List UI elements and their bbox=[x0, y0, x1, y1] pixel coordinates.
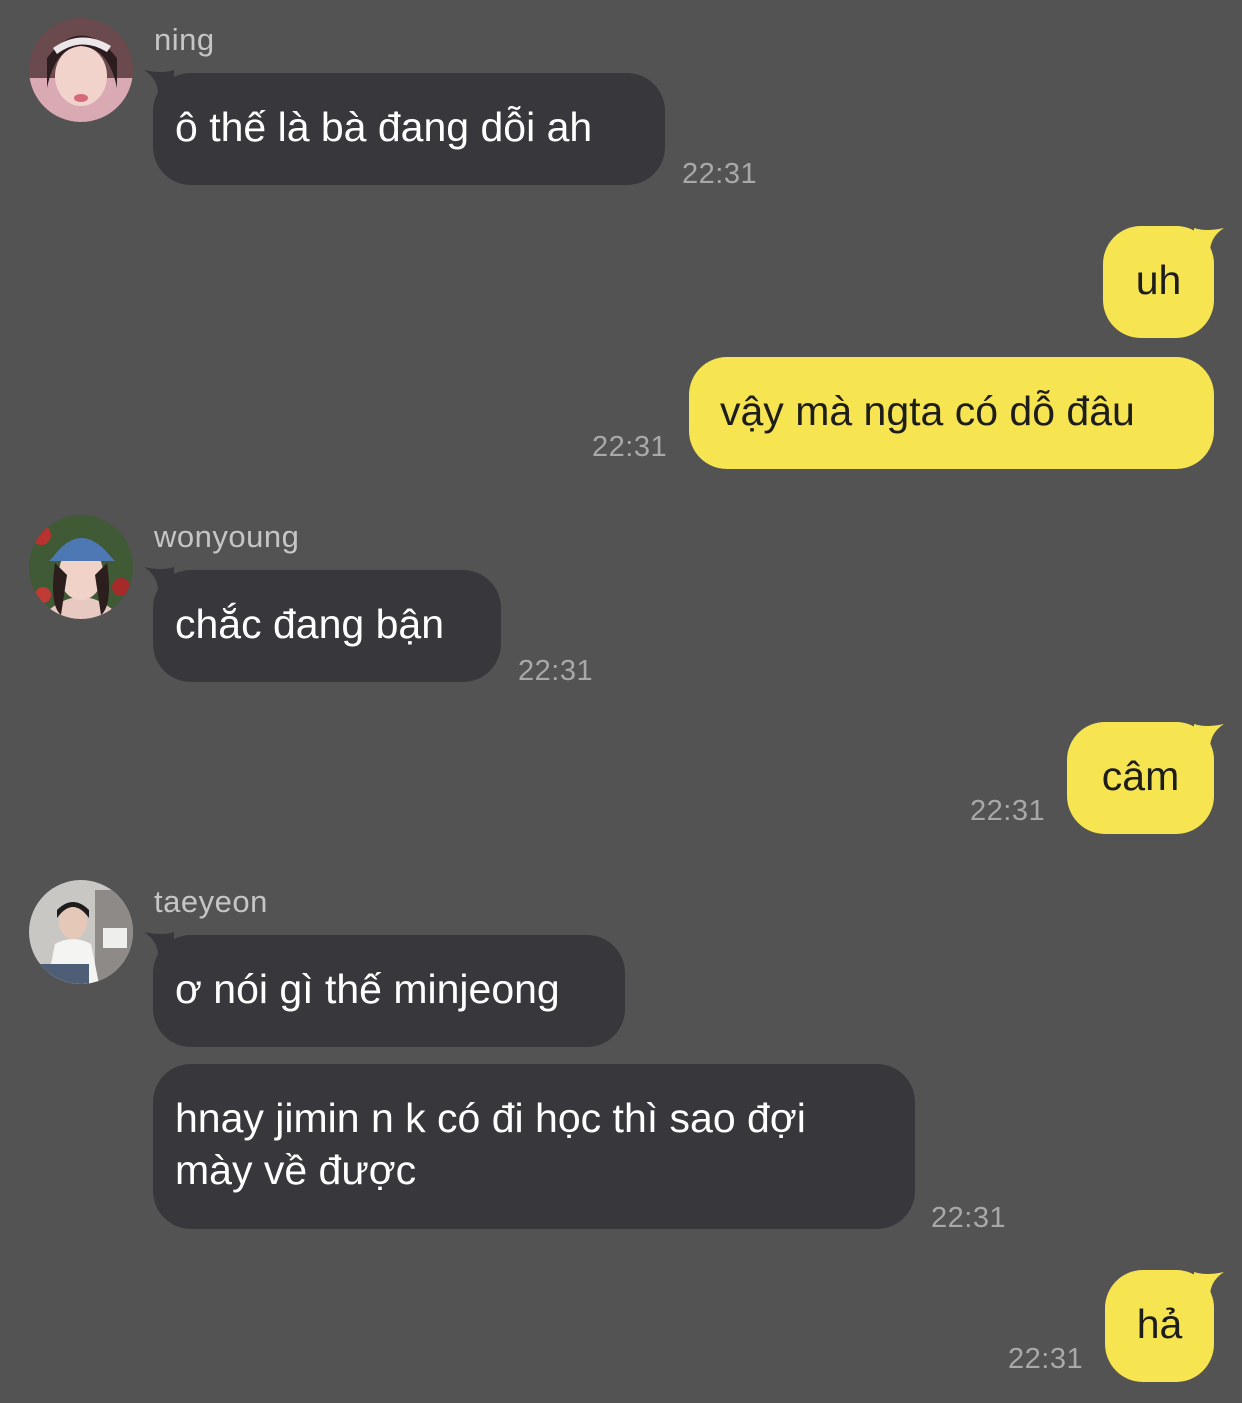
sender-name: taeyeon bbox=[154, 884, 268, 919]
message-text: chắc đang bận bbox=[175, 601, 445, 647]
message-timestamp: 22:31 bbox=[592, 431, 668, 463]
message-text: ô thế là bà đang dỗi ah bbox=[175, 104, 593, 150]
message-bubble[interactable]: chắc đang bận bbox=[153, 570, 501, 682]
message-bubble[interactable]: ô thế là bà đang dỗi ah bbox=[153, 73, 665, 185]
message-text: câm bbox=[1101, 753, 1180, 799]
message-text: hnay jimin n k có đi học thì sao đợi mày… bbox=[175, 1095, 806, 1193]
message-timestamp: 22:31 bbox=[682, 158, 758, 190]
message-bubble[interactable]: uh bbox=[1103, 226, 1214, 338]
message-text: ơ nói gì thế minjeong bbox=[175, 966, 560, 1012]
sender-name: ning bbox=[154, 22, 215, 57]
message-text: vậy mà ngta có dỗ đâu bbox=[720, 388, 1135, 434]
message-bubble[interactable]: câm bbox=[1067, 722, 1214, 834]
message-bubble[interactable]: hả bbox=[1105, 1270, 1214, 1382]
avatar-wonyoung[interactable] bbox=[29, 515, 133, 619]
avatar-ning[interactable] bbox=[29, 18, 133, 122]
message-timestamp: 22:31 bbox=[1008, 1343, 1084, 1375]
sender-name: wonyoung bbox=[154, 519, 300, 554]
message-bubble[interactable]: ơ nói gì thế minjeong bbox=[153, 935, 625, 1047]
message-bubble[interactable]: hnay jimin n k có đi học thì sao đợi mày… bbox=[153, 1064, 915, 1229]
message-bubble[interactable]: vậy mà ngta có dỗ đâu bbox=[689, 357, 1214, 469]
message-text: uh bbox=[1135, 257, 1182, 303]
message-text: hả bbox=[1136, 1301, 1183, 1347]
message-timestamp: 22:31 bbox=[970, 795, 1046, 827]
message-timestamp: 22:31 bbox=[518, 655, 594, 687]
message-timestamp: 22:31 bbox=[931, 1202, 1007, 1234]
avatar-taeyeon[interactable] bbox=[29, 880, 133, 984]
